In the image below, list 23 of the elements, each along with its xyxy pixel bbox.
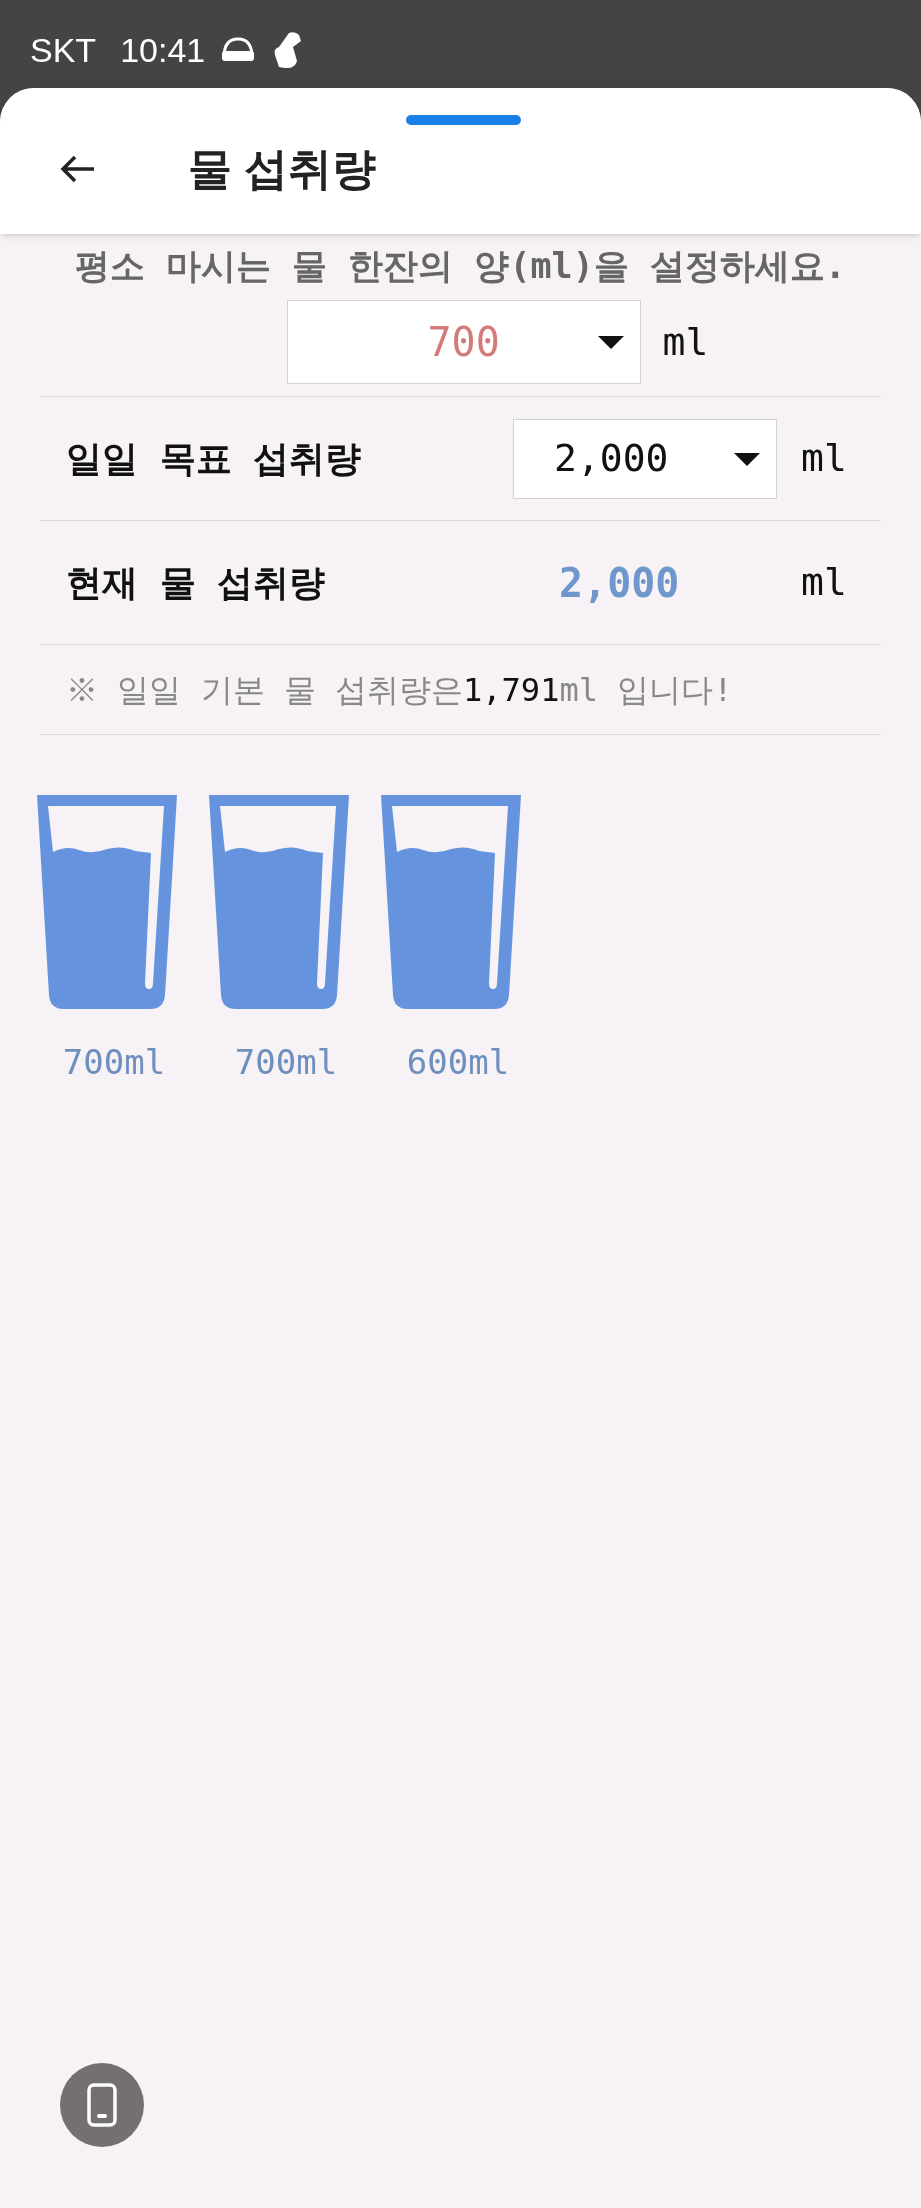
unit-label: ml	[662, 318, 709, 366]
water-glass-icon[interactable]	[381, 795, 521, 1009]
instruction-text: 평소 마시는 물 한잔의 양(ml)을 설정하세요.	[74, 245, 847, 288]
water-glass-icon[interactable]	[37, 795, 177, 1009]
row-label: 일일 목표 섭취량	[66, 436, 363, 481]
caret-icon	[597, 336, 624, 350]
note-text: ※ 일일 기본 물 섭취량은1,791ml 입니다!	[66, 669, 733, 711]
water-glass-icon[interactable]	[209, 795, 349, 1009]
goal-dropdown[interactable]: 2,000	[513, 418, 777, 499]
phone-icon	[87, 2083, 117, 2127]
unit-label: ml	[801, 559, 848, 606]
status-time: 10:41	[120, 29, 206, 71]
glass-amount: 700ml	[62, 1041, 166, 1084]
carrier: SKT	[30, 29, 97, 71]
unit-label: ml	[801, 435, 848, 482]
glass-amount: 600ml	[406, 1041, 510, 1084]
drag-handle[interactable]	[406, 115, 521, 125]
back-arrow-icon	[60, 154, 96, 184]
caret-icon	[734, 452, 760, 467]
row-label: 현재 물 섭취량	[66, 560, 327, 605]
glass-amount: 700ml	[234, 1041, 338, 1084]
page-title: 물 섭취량	[188, 143, 377, 195]
intake-value: 2,000	[559, 558, 681, 608]
